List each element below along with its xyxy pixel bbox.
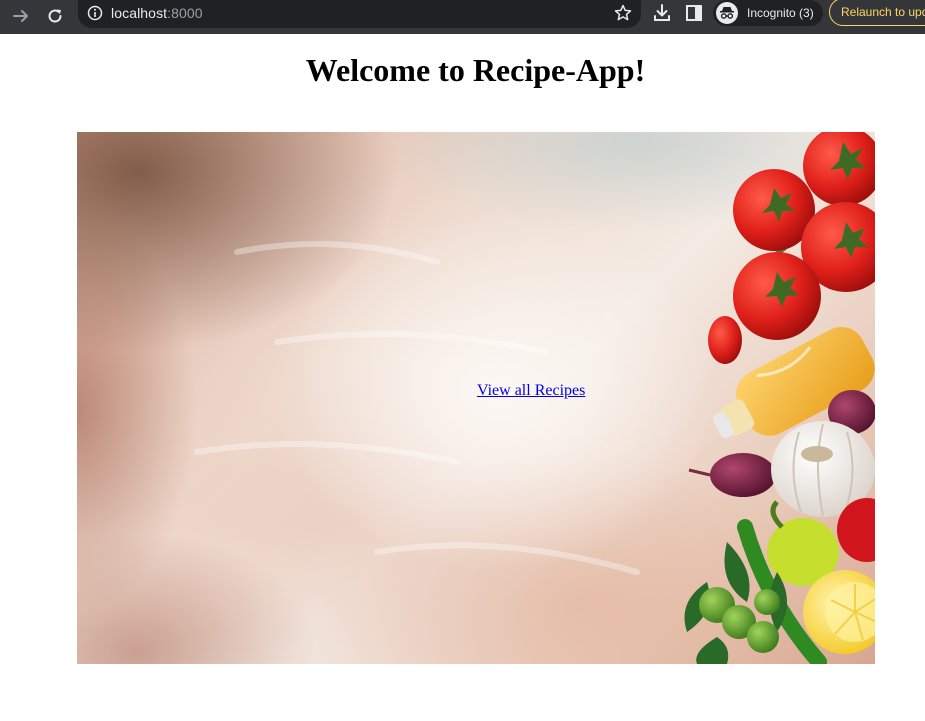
page-title: Welcome to Recipe-App!	[305, 52, 646, 88]
reload-icon	[48, 9, 62, 23]
address-bar[interactable]: localhost:8000	[78, 0, 641, 28]
forward-button[interactable]	[8, 3, 34, 29]
side-panel-icon	[686, 5, 702, 21]
url-text[interactable]: localhost:8000	[111, 5, 203, 21]
incognito-label: Incognito (3)	[747, 6, 814, 20]
info-icon[interactable]	[87, 5, 103, 21]
side-panel-button[interactable]	[683, 2, 705, 29]
vegetables-illustration	[194, 132, 875, 664]
forward-icon	[13, 10, 28, 22]
star-icon[interactable]	[613, 3, 633, 23]
browser-toolbar: localhost:8000 Incognito (3) Relaunch to…	[0, 0, 925, 34]
download-icon	[654, 4, 670, 21]
url-host: localhost	[111, 5, 168, 21]
relaunch-button[interactable]: Relaunch to update	[829, 0, 925, 26]
download-button[interactable]	[651, 2, 673, 29]
view-all-recipes-link[interactable]: View all Recipes	[477, 382, 585, 400]
incognito-avatar	[716, 2, 738, 24]
incognito-icon	[720, 7, 734, 19]
hero-image: View all Recipes	[77, 132, 875, 664]
reload-button[interactable]	[42, 3, 68, 29]
incognito-profile-button[interactable]: Incognito (3)	[713, 0, 823, 26]
url-port: :8000	[167, 5, 203, 21]
